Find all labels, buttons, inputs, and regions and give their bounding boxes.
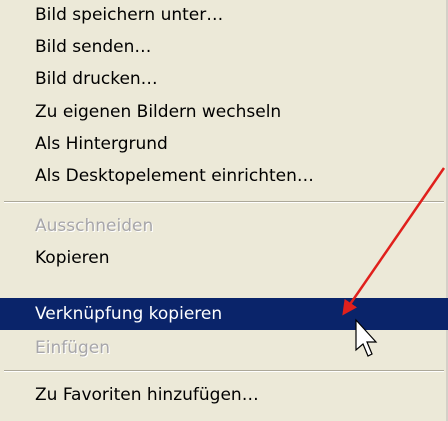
menu-item-set-as-desktop-item[interactable]: Als Desktopelement einrichten… — [0, 161, 448, 192]
menu-item-save-image[interactable]: Bild speichern unter… — [0, 0, 448, 31]
menu-item-add-to-favorites[interactable]: Zu Favoriten hinzufügen… — [0, 380, 448, 411]
menu-item-paste: Einfügen — [35, 338, 111, 358]
menu-item-cut: Ausschneiden — [35, 216, 154, 236]
context-menu: Bild speichern unter… Bild senden… Bild … — [0, 0, 448, 421]
menu-item-set-as-background[interactable]: Als Hintergrund — [0, 129, 448, 160]
menu-item-go-to-my-pictures[interactable]: Zu eigenen Bildern wechseln — [0, 97, 448, 128]
menu-item-print-image[interactable]: Bild drucken… — [0, 64, 448, 95]
menu-separator — [4, 201, 444, 203]
menu-separator — [4, 370, 444, 372]
menu-item-copy[interactable]: Kopieren — [0, 243, 448, 274]
menu-item-copy-shortcut[interactable]: Verknüpfung kopieren — [0, 298, 448, 330]
menu-item-send-image[interactable]: Bild senden… — [0, 32, 448, 63]
